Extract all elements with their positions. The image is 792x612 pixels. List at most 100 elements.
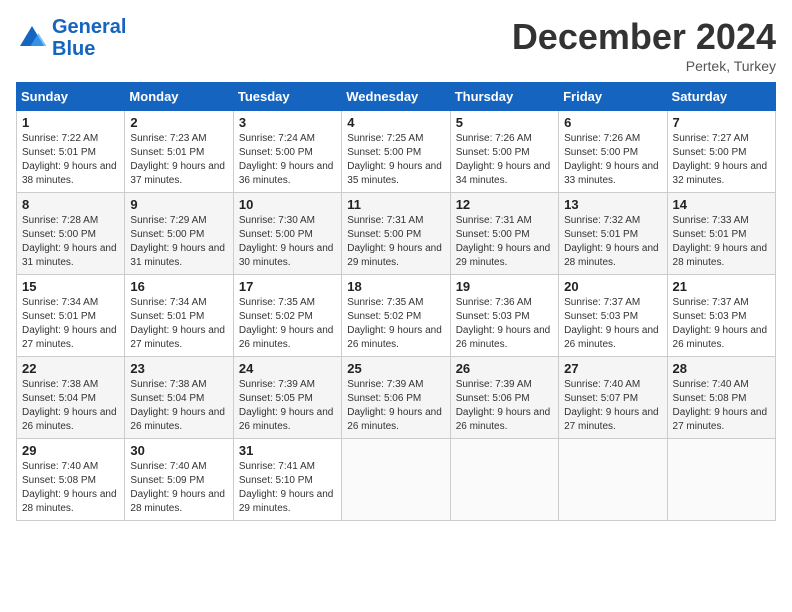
cell-info: Sunrise: 7:25 AMSunset: 5:00 PMDaylight:…	[347, 133, 442, 186]
cell-info: Sunrise: 7:28 AMSunset: 5:00 PMDaylight:…	[22, 215, 117, 268]
calendar-cell: 17 Sunrise: 7:35 AMSunset: 5:02 PMDaylig…	[233, 275, 341, 357]
calendar-cell: 28 Sunrise: 7:40 AMSunset: 5:08 PMDaylig…	[667, 357, 775, 439]
calendar-cell: 8 Sunrise: 7:28 AMSunset: 5:00 PMDayligh…	[17, 193, 125, 275]
calendar-cell	[342, 439, 450, 521]
calendar-cell: 3 Sunrise: 7:24 AMSunset: 5:00 PMDayligh…	[233, 111, 341, 193]
calendar-cell: 9 Sunrise: 7:29 AMSunset: 5:00 PMDayligh…	[125, 193, 233, 275]
calendar-cell: 21 Sunrise: 7:37 AMSunset: 5:03 PMDaylig…	[667, 275, 775, 357]
calendar-week-row: 22 Sunrise: 7:38 AMSunset: 5:04 PMDaylig…	[17, 357, 776, 439]
cell-info: Sunrise: 7:31 AMSunset: 5:00 PMDaylight:…	[347, 215, 442, 268]
day-number: 5	[456, 115, 553, 130]
cell-info: Sunrise: 7:23 AMSunset: 5:01 PMDaylight:…	[130, 133, 225, 186]
page-header: General Blue December 2024 Pertek, Turke…	[16, 16, 776, 74]
day-number: 20	[564, 279, 661, 294]
cell-info: Sunrise: 7:40 AMSunset: 5:07 PMDaylight:…	[564, 379, 659, 432]
cell-info: Sunrise: 7:40 AMSunset: 5:08 PMDaylight:…	[673, 379, 768, 432]
cell-info: Sunrise: 7:36 AMSunset: 5:03 PMDaylight:…	[456, 297, 551, 350]
cell-info: Sunrise: 7:30 AMSunset: 5:00 PMDaylight:…	[239, 215, 334, 268]
cell-info: Sunrise: 7:39 AMSunset: 5:06 PMDaylight:…	[347, 379, 442, 432]
calendar-week-row: 1 Sunrise: 7:22 AMSunset: 5:01 PMDayligh…	[17, 111, 776, 193]
calendar-cell: 11 Sunrise: 7:31 AMSunset: 5:00 PMDaylig…	[342, 193, 450, 275]
calendar-cell: 25 Sunrise: 7:39 AMSunset: 5:06 PMDaylig…	[342, 357, 450, 439]
day-of-week-header: Thursday	[450, 83, 558, 111]
day-of-week-header: Saturday	[667, 83, 775, 111]
day-number: 12	[456, 197, 553, 212]
day-number: 13	[564, 197, 661, 212]
calendar-cell: 18 Sunrise: 7:35 AMSunset: 5:02 PMDaylig…	[342, 275, 450, 357]
calendar-cell: 29 Sunrise: 7:40 AMSunset: 5:08 PMDaylig…	[17, 439, 125, 521]
cell-info: Sunrise: 7:22 AMSunset: 5:01 PMDaylight:…	[22, 133, 117, 186]
calendar-cell: 31 Sunrise: 7:41 AMSunset: 5:10 PMDaylig…	[233, 439, 341, 521]
day-of-week-header: Monday	[125, 83, 233, 111]
day-number: 22	[22, 361, 119, 376]
month-title: December 2024	[512, 16, 776, 58]
logo-text: General Blue	[52, 16, 126, 60]
calendar-cell: 30 Sunrise: 7:40 AMSunset: 5:09 PMDaylig…	[125, 439, 233, 521]
cell-info: Sunrise: 7:27 AMSunset: 5:00 PMDaylight:…	[673, 133, 768, 186]
calendar-cell: 6 Sunrise: 7:26 AMSunset: 5:00 PMDayligh…	[559, 111, 667, 193]
day-of-week-header: Friday	[559, 83, 667, 111]
cell-info: Sunrise: 7:41 AMSunset: 5:10 PMDaylight:…	[239, 461, 334, 514]
calendar-cell: 24 Sunrise: 7:39 AMSunset: 5:05 PMDaylig…	[233, 357, 341, 439]
calendar-cell: 7 Sunrise: 7:27 AMSunset: 5:00 PMDayligh…	[667, 111, 775, 193]
logo-line1: General	[52, 16, 126, 38]
cell-info: Sunrise: 7:29 AMSunset: 5:00 PMDaylight:…	[130, 215, 225, 268]
day-number: 15	[22, 279, 119, 294]
day-of-week-header: Sunday	[17, 83, 125, 111]
calendar-cell: 10 Sunrise: 7:30 AMSunset: 5:00 PMDaylig…	[233, 193, 341, 275]
day-number: 19	[456, 279, 553, 294]
day-number: 30	[130, 443, 227, 458]
day-number: 10	[239, 197, 336, 212]
day-of-week-header: Tuesday	[233, 83, 341, 111]
calendar-header-row: SundayMondayTuesdayWednesdayThursdayFrid…	[17, 83, 776, 111]
day-number: 9	[130, 197, 227, 212]
cell-info: Sunrise: 7:26 AMSunset: 5:00 PMDaylight:…	[564, 133, 659, 186]
calendar-body: 1 Sunrise: 7:22 AMSunset: 5:01 PMDayligh…	[17, 111, 776, 521]
day-number: 7	[673, 115, 770, 130]
day-number: 16	[130, 279, 227, 294]
day-number: 27	[564, 361, 661, 376]
day-number: 24	[239, 361, 336, 376]
calendar-cell	[667, 439, 775, 521]
day-number: 25	[347, 361, 444, 376]
day-number: 14	[673, 197, 770, 212]
calendar-cell: 4 Sunrise: 7:25 AMSunset: 5:00 PMDayligh…	[342, 111, 450, 193]
cell-info: Sunrise: 7:33 AMSunset: 5:01 PMDaylight:…	[673, 215, 768, 268]
day-number: 1	[22, 115, 119, 130]
cell-info: Sunrise: 7:35 AMSunset: 5:02 PMDaylight:…	[239, 297, 334, 350]
cell-info: Sunrise: 7:37 AMSunset: 5:03 PMDaylight:…	[673, 297, 768, 350]
day-number: 11	[347, 197, 444, 212]
location-subtitle: Pertek, Turkey	[512, 58, 776, 74]
day-number: 29	[22, 443, 119, 458]
cell-info: Sunrise: 7:40 AMSunset: 5:08 PMDaylight:…	[22, 461, 117, 514]
day-number: 3	[239, 115, 336, 130]
logo: General Blue	[16, 16, 126, 60]
day-number: 17	[239, 279, 336, 294]
calendar-week-row: 29 Sunrise: 7:40 AMSunset: 5:08 PMDaylig…	[17, 439, 776, 521]
cell-info: Sunrise: 7:34 AMSunset: 5:01 PMDaylight:…	[130, 297, 225, 350]
title-block: December 2024 Pertek, Turkey	[512, 16, 776, 74]
calendar-cell: 26 Sunrise: 7:39 AMSunset: 5:06 PMDaylig…	[450, 357, 558, 439]
calendar-cell: 15 Sunrise: 7:34 AMSunset: 5:01 PMDaylig…	[17, 275, 125, 357]
day-number: 6	[564, 115, 661, 130]
day-number: 21	[673, 279, 770, 294]
day-number: 4	[347, 115, 444, 130]
calendar-cell: 14 Sunrise: 7:33 AMSunset: 5:01 PMDaylig…	[667, 193, 775, 275]
logo-icon	[16, 22, 48, 54]
calendar-cell: 12 Sunrise: 7:31 AMSunset: 5:00 PMDaylig…	[450, 193, 558, 275]
calendar-cell: 22 Sunrise: 7:38 AMSunset: 5:04 PMDaylig…	[17, 357, 125, 439]
calendar-table: SundayMondayTuesdayWednesdayThursdayFrid…	[16, 82, 776, 521]
calendar-cell	[450, 439, 558, 521]
calendar-cell	[559, 439, 667, 521]
calendar-cell: 1 Sunrise: 7:22 AMSunset: 5:01 PMDayligh…	[17, 111, 125, 193]
day-number: 26	[456, 361, 553, 376]
cell-info: Sunrise: 7:26 AMSunset: 5:00 PMDaylight:…	[456, 133, 551, 186]
cell-info: Sunrise: 7:34 AMSunset: 5:01 PMDaylight:…	[22, 297, 117, 350]
day-number: 2	[130, 115, 227, 130]
day-number: 8	[22, 197, 119, 212]
day-number: 23	[130, 361, 227, 376]
cell-info: Sunrise: 7:37 AMSunset: 5:03 PMDaylight:…	[564, 297, 659, 350]
calendar-week-row: 15 Sunrise: 7:34 AMSunset: 5:01 PMDaylig…	[17, 275, 776, 357]
calendar-cell: 13 Sunrise: 7:32 AMSunset: 5:01 PMDaylig…	[559, 193, 667, 275]
calendar-cell: 23 Sunrise: 7:38 AMSunset: 5:04 PMDaylig…	[125, 357, 233, 439]
